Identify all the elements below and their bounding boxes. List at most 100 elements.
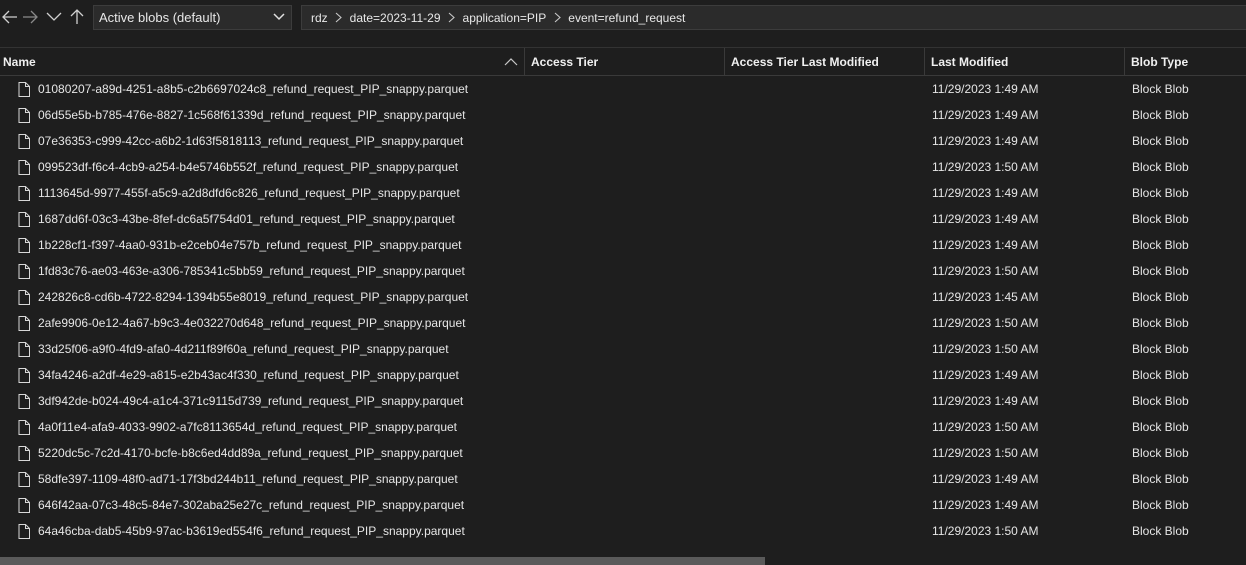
table-row[interactable]: 01080207-a89d-4251-a8b5-c2b6697024c8_ref… bbox=[0, 76, 1246, 102]
cell-access-tier-last-modified bbox=[732, 180, 922, 206]
table-row[interactable]: 242826c8-cd6b-4722-8294-1394b55e8019_ref… bbox=[0, 284, 1246, 310]
column-header-access-tier-last-modified[interactable]: Access Tier Last Modified bbox=[725, 48, 925, 76]
forward-button[interactable] bbox=[20, 6, 40, 28]
scrollbar-thumb[interactable] bbox=[0, 557, 765, 565]
blob-name: 099523df-f6c4-4cb9-a254-b4e5746b552f_ref… bbox=[38, 160, 459, 174]
blob-name: 646f42aa-07c3-48c5-84e7-302aba25e27c_ref… bbox=[38, 498, 465, 512]
table-row[interactable]: 099523df-f6c4-4cb9-a254-b4e5746b552f_ref… bbox=[0, 154, 1246, 180]
table-row[interactable]: 06d55e5b-b785-476e-8827-1c568f61339d_ref… bbox=[0, 102, 1246, 128]
cell-last-modified: 11/29/2023 1:49 AM bbox=[932, 186, 1039, 200]
cell-name: 2afe9906-0e12-4a67-b9c3-4e032270d648_ref… bbox=[18, 310, 525, 336]
cell-access-tier bbox=[532, 76, 722, 102]
cell-last-modified: 11/29/2023 1:45 AM bbox=[932, 290, 1039, 304]
cell-name: 64a46cba-dab5-45b9-97ac-b3619ed554f6_ref… bbox=[18, 518, 525, 544]
cell-access-tier-last-modified bbox=[732, 414, 922, 440]
column-header-last-modified[interactable]: Last Modified bbox=[925, 48, 1125, 76]
cell-blob-type: Block Blob bbox=[1132, 186, 1189, 200]
arrow-left-icon bbox=[2, 10, 17, 24]
table-row[interactable]: 58dfe397-1109-48f0-ad71-17f3bd244b11_ref… bbox=[0, 466, 1246, 492]
cell-last-modified: 11/29/2023 1:49 AM bbox=[932, 472, 1039, 486]
cell-access-tier bbox=[532, 336, 722, 362]
file-icon bbox=[18, 185, 32, 201]
cell-access-tier-last-modified bbox=[732, 310, 922, 336]
cell-access-tier bbox=[532, 440, 722, 466]
cell-name: 58dfe397-1109-48f0-ad71-17f3bd244b11_ref… bbox=[18, 466, 525, 492]
cell-last-modified: 11/29/2023 1:49 AM bbox=[932, 238, 1039, 252]
up-button[interactable] bbox=[67, 6, 87, 28]
cell-last-modified: 11/29/2023 1:49 AM bbox=[932, 368, 1039, 382]
horizontal-scrollbar[interactable] bbox=[0, 555, 1246, 565]
cell-blob-type: Block Blob bbox=[1132, 420, 1189, 434]
cell-name: 07e36353-c999-42cc-a6b2-1d63f5818113_ref… bbox=[18, 128, 525, 154]
table-row[interactable]: 4a0f11e4-afa9-4033-9902-a7fc8113654d_ref… bbox=[0, 414, 1246, 440]
breadcrumb-item[interactable]: event=refund_request bbox=[568, 11, 685, 25]
blob-list: 01080207-a89d-4251-a8b5-c2b6697024c8_ref… bbox=[0, 76, 1246, 555]
cell-name: 1fd83c76-ae03-463e-a306-785341c5bb59_ref… bbox=[18, 258, 525, 284]
blob-name: 2afe9906-0e12-4a67-b9c3-4e032270d648_ref… bbox=[38, 316, 466, 330]
cell-access-tier bbox=[532, 284, 722, 310]
cell-name: 242826c8-cd6b-4722-8294-1394b55e8019_ref… bbox=[18, 284, 525, 310]
cell-last-modified: 11/29/2023 1:50 AM bbox=[932, 420, 1039, 434]
table-row[interactable]: 3df942de-b024-49c4-a1c4-371c9115d739_ref… bbox=[0, 388, 1246, 414]
cell-access-tier bbox=[532, 102, 722, 128]
file-icon bbox=[18, 471, 32, 487]
cell-blob-type: Block Blob bbox=[1132, 238, 1189, 252]
cell-name: 1113645d-9977-455f-a5c9-a2d8dfd6c826_ref… bbox=[18, 180, 525, 206]
cell-blob-type: Block Blob bbox=[1132, 342, 1189, 356]
table-row[interactable]: 64a46cba-dab5-45b9-97ac-b3619ed554f6_ref… bbox=[0, 518, 1246, 544]
blob-name: 242826c8-cd6b-4722-8294-1394b55e8019_ref… bbox=[38, 290, 469, 304]
cell-last-modified: 11/29/2023 1:50 AM bbox=[932, 264, 1039, 278]
column-header-blob-type[interactable]: Blob Type bbox=[1125, 48, 1246, 76]
table-row[interactable]: 646f42aa-07c3-48c5-84e7-302aba25e27c_ref… bbox=[0, 492, 1246, 518]
chevron-right-icon bbox=[550, 12, 564, 24]
blob-name: 06d55e5b-b785-476e-8827-1c568f61339d_ref… bbox=[38, 108, 466, 122]
table-row[interactable]: 34fa4246-a2df-4e29-a815-e2b43ac4f330_ref… bbox=[0, 362, 1246, 388]
breadcrumb-item[interactable]: rdz bbox=[311, 11, 328, 25]
blob-filter-dropdown[interactable]: Active blobs (default) bbox=[93, 5, 292, 30]
cell-access-tier-last-modified bbox=[732, 232, 922, 258]
breadcrumb-item[interactable]: application=PIP bbox=[463, 11, 547, 25]
breadcrumb: rdz date=2023-11-29 application=PIP even… bbox=[301, 5, 1246, 30]
cell-access-tier-last-modified bbox=[732, 206, 922, 232]
table-row[interactable]: 1113645d-9977-455f-a5c9-a2d8dfd6c826_ref… bbox=[0, 180, 1246, 206]
cell-access-tier bbox=[532, 128, 722, 154]
cell-access-tier bbox=[532, 206, 722, 232]
cell-last-modified: 11/29/2023 1:49 AM bbox=[932, 498, 1039, 512]
cell-last-modified: 11/29/2023 1:50 AM bbox=[932, 316, 1039, 330]
file-icon bbox=[18, 133, 32, 149]
cell-access-tier-last-modified bbox=[732, 284, 922, 310]
column-header-label: Blob Type bbox=[1131, 55, 1189, 69]
table-row[interactable]: 07e36353-c999-42cc-a6b2-1d63f5818113_ref… bbox=[0, 128, 1246, 154]
cell-last-modified: 11/29/2023 1:50 AM bbox=[932, 342, 1039, 356]
table-row[interactable]: 1fd83c76-ae03-463e-a306-785341c5bb59_ref… bbox=[0, 258, 1246, 284]
table-row[interactable]: 1687dd6f-03c3-43be-8fef-dc6a5f754d01_ref… bbox=[0, 206, 1246, 232]
table-row[interactable]: 33d25f06-a9f0-4fd9-afa0-4d211f89f60a_ref… bbox=[0, 336, 1246, 362]
blob-name: 34fa4246-a2df-4e29-a815-e2b43ac4f330_ref… bbox=[38, 368, 459, 382]
table-row[interactable]: 5220dc5c-7c2d-4170-bcfe-b8c6ed4dd89a_ref… bbox=[0, 440, 1246, 466]
blob-name: 33d25f06-a9f0-4fd9-afa0-4d211f89f60a_ref… bbox=[38, 342, 449, 356]
cell-access-tier-last-modified bbox=[732, 518, 922, 544]
cell-access-tier bbox=[532, 154, 722, 180]
file-icon bbox=[18, 367, 32, 383]
cell-blob-type: Block Blob bbox=[1132, 212, 1189, 226]
cell-blob-type: Block Blob bbox=[1132, 290, 1189, 304]
cell-blob-type: Block Blob bbox=[1132, 498, 1189, 512]
cell-name: 4a0f11e4-afa9-4033-9902-a7fc8113654d_ref… bbox=[18, 414, 525, 440]
cell-blob-type: Block Blob bbox=[1132, 472, 1189, 486]
blob-name: 01080207-a89d-4251-a8b5-c2b6697024c8_ref… bbox=[38, 82, 469, 96]
column-header-name[interactable]: Name bbox=[0, 48, 525, 76]
column-header-access-tier[interactable]: Access Tier bbox=[525, 48, 725, 76]
cell-access-tier bbox=[532, 466, 722, 492]
cell-access-tier-last-modified bbox=[732, 128, 922, 154]
cell-access-tier-last-modified bbox=[732, 362, 922, 388]
breadcrumb-item[interactable]: date=2023-11-29 bbox=[350, 11, 441, 25]
table-row[interactable]: 1b228cf1-f397-4aa0-931b-e2ceb04e757b_ref… bbox=[0, 232, 1246, 258]
blob-name: 1113645d-9977-455f-a5c9-a2d8dfd6c826_ref… bbox=[38, 186, 460, 200]
cell-name: 01080207-a89d-4251-a8b5-c2b6697024c8_ref… bbox=[18, 76, 525, 102]
file-icon bbox=[18, 237, 32, 253]
cell-name: 06d55e5b-b785-476e-8827-1c568f61339d_ref… bbox=[18, 102, 525, 128]
file-icon bbox=[18, 419, 32, 435]
back-button[interactable] bbox=[0, 6, 20, 28]
recent-locations-button[interactable] bbox=[44, 6, 64, 28]
table-row[interactable]: 2afe9906-0e12-4a67-b9c3-4e032270d648_ref… bbox=[0, 310, 1246, 336]
